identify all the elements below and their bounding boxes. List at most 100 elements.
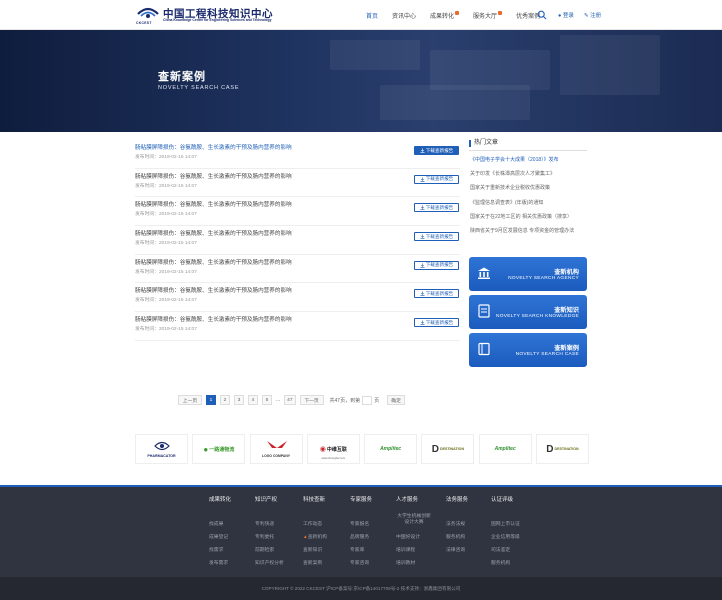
hot-article-link[interactable]: 国家关于重新技术企业税收优惠政策 — [470, 184, 590, 198]
case-item[interactable]: 肠粘膜屏障损伤：谷氨酰胺、生长激素的干预及肠内营养的影响 发布时间：2019-0… — [135, 283, 460, 313]
partner-logo[interactable]: ● 一路通物流 — [192, 434, 246, 464]
novelty-agency-button[interactable]: 查新机构 NOVELTY SEARCH AGENCY — [469, 257, 587, 291]
footer-link[interactable]: 专利委托 — [255, 533, 274, 540]
download-report-button[interactable]: 下载查新报告 — [414, 260, 459, 270]
footer-link[interactable]: 服务机构 — [446, 533, 465, 540]
case-item[interactable]: 肠粘膜屏障损伤：谷氨酰胺、生长激素的干预及肠内营养的影响 发布时间：2019-0… — [135, 226, 460, 255]
footer-link[interactable]: 培训教材 — [396, 559, 415, 566]
case-title[interactable]: 肠粘膜屏障损伤：谷氨酰胺、生长激素的干预及肠内营养的影响 — [135, 200, 292, 208]
partner-logo[interactable]: ◉ 中维互联 www.zhonghw.com — [306, 434, 360, 464]
page-number-button[interactable]: 3 — [234, 395, 244, 405]
ckcest-logo-icon — [137, 7, 159, 18]
footer-link[interactable]: ▲查新机构 — [303, 533, 327, 540]
banner-decoration — [560, 35, 660, 95]
footer-link[interactable]: 国网上市认证 — [491, 520, 520, 527]
footer-link[interactable]: 专家咨询 — [350, 559, 369, 566]
partner-logo[interactable]: Amplitec — [478, 434, 532, 464]
case-item[interactable]: 肠粘膜屏障损伤：谷氨酰胺、生长激素的干预及肠内营养的影响 发布时间：2019-0… — [135, 255, 460, 284]
footer-link[interactable]: 大学生机械创新设计大赛 — [396, 514, 432, 526]
case-item[interactable]: 肠粘膜屏障损伤：谷氨酰胺、生长激素的干预及肠内营养的影响 发布时间：2019-0… — [135, 169, 460, 198]
footer-link[interactable]: 法务法规 — [446, 520, 465, 527]
register-link[interactable]: ✎ 注册 — [584, 11, 601, 19]
footer-link[interactable]: 成果登记 — [209, 533, 228, 540]
footer-link[interactable]: 工作动态 — [303, 520, 322, 527]
footer-link[interactable]: 发布需求 — [209, 559, 228, 566]
footer-column-title[interactable]: 知识产权 — [255, 495, 277, 503]
download-report-button[interactable]: 下载查新报告 — [414, 174, 459, 184]
page-number-button[interactable]: 1 — [206, 395, 216, 405]
footer-link[interactable]: 前期检索 — [255, 546, 274, 553]
case-title[interactable]: 肠粘膜屏障损伤：谷氨酰胺、生长激素的干预及肠内营养的影响 — [135, 286, 292, 294]
footer-column-title[interactable]: 认证评级 — [491, 495, 513, 503]
prev-page-button[interactable]: 上一页 — [178, 395, 202, 405]
case-title[interactable]: 肠粘膜屏障损伤：谷氨酰胺、生长激素的干预及肠内营养的影响 — [135, 143, 292, 151]
site-logo[interactable]: CKCEST 中国工程科技知识中心 China Knowledge Centre… — [136, 5, 276, 25]
download-report-button[interactable]: 下载查新报告 — [414, 203, 459, 213]
edit-icon: ✎ — [584, 13, 589, 19]
download-report-button[interactable]: 下载查新报告 — [414, 146, 459, 155]
footer-column-title[interactable]: 成果转化 — [209, 495, 231, 503]
footer-link[interactable]: 中国好设计 — [396, 533, 420, 540]
partner-logo[interactable]: D DESTINATION — [535, 434, 589, 464]
page-number-button[interactable]: 2 — [220, 395, 230, 405]
case-title[interactable]: 肠粘膜屏障损伤：谷氨酰胺、生长激素的干预及肠内营养的影响 — [135, 172, 292, 180]
nav-item-news[interactable]: 资讯中心 — [392, 11, 416, 20]
download-report-button[interactable]: 下载查新报告 — [414, 232, 459, 242]
footer-link[interactable]: 企业信用等级 — [491, 533, 520, 540]
partner-logo[interactable]: D DESTINATION — [421, 434, 475, 464]
case-title[interactable]: 肠粘膜屏障损伤：谷氨酰胺、生长激素的干预及肠内营养的影响 — [135, 229, 292, 237]
page-jump-button[interactable]: 确定 — [387, 395, 406, 405]
last-page-button[interactable]: 47 — [284, 395, 296, 405]
download-report-button[interactable]: 下载查新报告 — [414, 289, 459, 299]
nav-item-service-hall[interactable]: 服务大厅 — [473, 10, 503, 20]
hot-article-link[interactable]: 陕西省关于9月区发展信息 专项资金的管理办法 — [470, 227, 590, 241]
footer-link[interactable]: 服务机构 — [491, 559, 510, 566]
partner-logo[interactable]: Amplitec — [364, 434, 418, 464]
footer-link[interactable]: 品牌服务 — [350, 533, 369, 540]
page-number-button[interactable]: 5 — [262, 395, 272, 405]
case-item[interactable]: 肠粘膜屏障损伤：谷氨酰胺、生长激素的干预及肠内营养的影响 发布时间：2019-0… — [135, 140, 460, 169]
footer-link[interactable]: 找需求 — [209, 546, 223, 553]
page-jump-input[interactable] — [362, 395, 373, 405]
footer-link[interactable]: 知识产权分析 — [255, 559, 284, 566]
search-icon[interactable] — [537, 10, 547, 20]
page-number-button[interactable]: 4 — [248, 395, 258, 405]
login-link[interactable]: ● 登录 — [558, 11, 574, 19]
footer-link[interactable]: 司法鉴定 — [491, 546, 510, 553]
footer-link[interactable]: 专利快递 — [255, 520, 274, 527]
novelty-case-button[interactable]: 查新案例 NOVELTY SEARCH CASE — [469, 333, 587, 367]
case-title[interactable]: 肠粘膜屏障损伤：谷氨酰胺、生长激素的干预及肠内营养的影响 — [135, 258, 292, 266]
logo-abbr: CKCEST — [136, 21, 152, 25]
new-badge-icon — [498, 10, 503, 15]
hot-article-link[interactable]: 《中国电子学会十大成果（2018）》发布 — [470, 156, 590, 170]
hot-article-link[interactable]: 国家关于在22地工区的 相关优惠政策（搜享） — [470, 213, 590, 227]
footer-link[interactable]: 培训课程 — [396, 546, 415, 553]
partner-logo[interactable]: LOGO COMPANY — [249, 434, 303, 464]
case-date: 发布时间：2019-02-15 14:07 — [135, 155, 197, 160]
nav-item-achievements[interactable]: 成果转化 — [430, 10, 460, 20]
footer-link[interactable]: 法律咨询 — [446, 546, 465, 553]
hot-article-link[interactable]: 《监理信息调查表》(年版)的通知 — [470, 199, 590, 213]
footer-column-title[interactable]: 人才服务 — [396, 495, 418, 503]
download-report-button[interactable]: 下载查新报告 — [414, 318, 459, 328]
footer-link[interactable]: 找成果 — [209, 520, 223, 527]
d-letter-icon: D — [546, 443, 554, 455]
novelty-knowledge-button[interactable]: 查新知识 NOVELTY SEARCH KNOWLEDGE — [469, 295, 587, 329]
footer-link[interactable]: 专家报名 — [350, 520, 369, 527]
nav-item-home[interactable]: 首页 — [366, 11, 378, 20]
banner-decoration — [430, 50, 550, 90]
footer-link[interactable]: 查新知识 — [303, 546, 322, 553]
case-title[interactable]: 肠粘膜屏障损伤：谷氨酰胺、生长激素的干预及肠内营养的影响 — [135, 315, 292, 323]
footer-column-title[interactable]: 法务服务 — [446, 495, 468, 503]
case-item[interactable]: 肠粘膜屏障损伤：谷氨酰胺、生长激素的干预及肠内营养的影响 发布时间：2019-0… — [135, 197, 460, 227]
footer-link[interactable]: 查新案例 — [303, 559, 322, 566]
footer-column-title[interactable]: 科技查新 — [303, 495, 325, 503]
next-page-button[interactable]: 下一页 — [299, 395, 324, 405]
footer-link[interactable]: 专家库 — [350, 546, 364, 553]
partner-logo[interactable]: PHARMACATOR — [135, 434, 188, 464]
hot-article-link[interactable]: 关于印发《长株潭高层次人才聚集工》 — [470, 170, 590, 184]
footer-column-title[interactable]: 专家服务 — [350, 495, 372, 503]
download-icon — [420, 148, 425, 153]
document-icon — [478, 304, 490, 318]
case-item[interactable]: 肠粘膜屏障损伤：谷氨酰胺、生长激素的干预及肠内营养的影响 发布时间：2019-0… — [135, 312, 460, 341]
